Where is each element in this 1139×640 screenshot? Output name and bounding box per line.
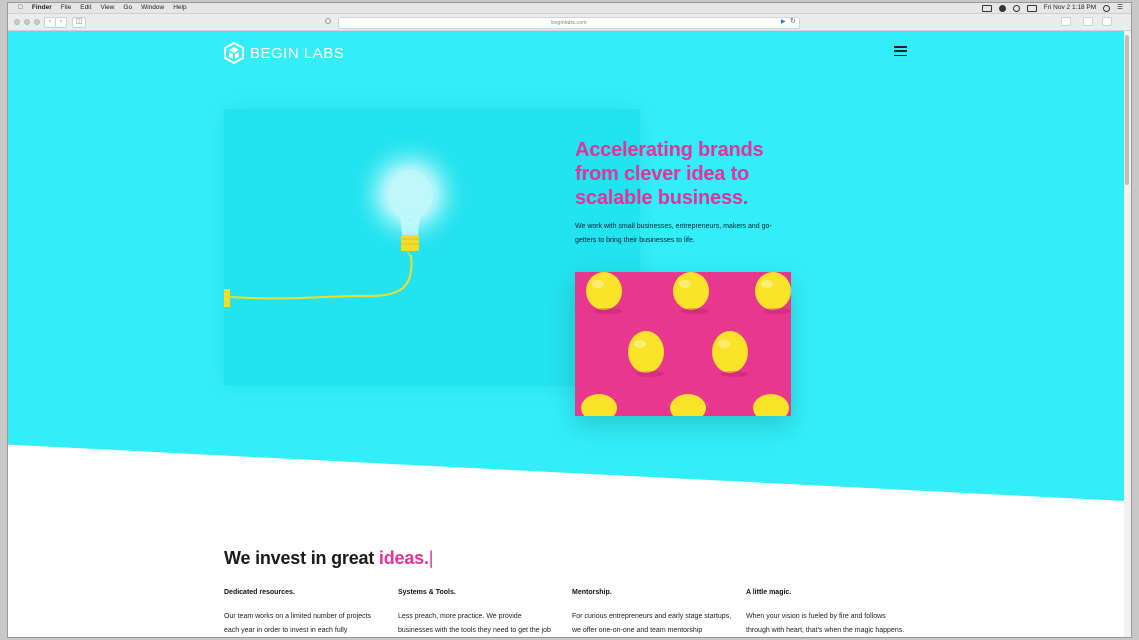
privacy-icon[interactable] (325, 18, 331, 24)
feature-column-dedicated: Dedicated resources. Our team works on a… (224, 589, 384, 637)
sidebar-toggle-icon[interactable]: ◫ (72, 17, 86, 28)
audio-icon[interactable]: ▶ (781, 18, 786, 25)
window-controls (14, 19, 40, 25)
tabs-overview-icon[interactable] (1102, 17, 1112, 26)
search-icon[interactable] (1103, 4, 1111, 12)
menubar-item-view[interactable]: View (100, 4, 114, 12)
website: BEGIN LABS Accelerating brands from clev… (8, 31, 1124, 637)
hero-headline-line-3: scalable business. (575, 187, 749, 209)
address-bar[interactable]: beginlabs.com (338, 17, 800, 29)
invest-section-title: We invest in great ideas.| (224, 548, 433, 569)
feature-title: A little magic. (746, 589, 792, 596)
forward-button[interactable]: › (55, 17, 67, 28)
feature-text: When your vision is fueled by fire and f… (746, 613, 905, 634)
hero-headline: Accelerating brands from clever idea to … (575, 138, 805, 210)
apple-icon[interactable]:  (18, 4, 23, 12)
feature-text: For curious entrepreneurs and early stag… (572, 613, 732, 634)
screen:  Finder File Edit View Go Window Help F… (8, 3, 1131, 637)
cube-logo-icon (224, 42, 244, 64)
menubar:  Finder File Edit View Go Window Help F… (8, 3, 1131, 14)
menubar-item-edit[interactable]: Edit (80, 4, 91, 12)
menubar-item-file[interactable]: File (61, 4, 71, 12)
invest-title-prefix: We invest in great (224, 548, 379, 568)
battery-icon[interactable] (1026, 4, 1037, 12)
logo-text: BEGIN LABS (250, 44, 345, 62)
feature-title: Dedicated resources. (224, 589, 295, 596)
feature-title: Systems & Tools. (398, 589, 456, 596)
menubar-item-go[interactable]: Go (123, 4, 132, 12)
feature-column-systems: Systems & Tools. Less preach, more pract… (398, 589, 558, 637)
typing-cursor: | (428, 548, 434, 568)
minimize-window-icon[interactable] (24, 19, 30, 25)
feature-text: Our team works on a limited number of pr… (224, 613, 372, 634)
zoom-window-icon[interactable] (34, 19, 40, 25)
extension-icon[interactable] (1061, 17, 1071, 26)
feature-title: Mentorship. (572, 589, 612, 596)
hero-headline-line-1: Accelerating brands (575, 139, 764, 161)
menubar-left:  Finder File Edit View Go Window Help (18, 4, 187, 12)
share-icon[interactable] (1083, 17, 1093, 26)
browser-toolbar: ‹ › ◫ beginlabs.com ▶ ↻ (8, 14, 1131, 31)
invest-title-accent: ideas. (378, 548, 429, 568)
site-logo[interactable]: BEGIN LABS (224, 42, 344, 64)
reload-icon[interactable]: ↻ (790, 17, 796, 25)
time-machine-icon[interactable] (998, 4, 1006, 12)
close-window-icon[interactable] (14, 19, 20, 25)
menu-hamburger-icon[interactable] (894, 46, 907, 56)
scrollbar-thumb[interactable] (1125, 35, 1129, 185)
address-url: beginlabs.com (551, 20, 587, 26)
menubar-app-name[interactable]: Finder (32, 4, 52, 12)
page-scrollbar[interactable] (1124, 31, 1131, 637)
lemons-illustration (581, 272, 791, 416)
display-icon[interactable] (981, 4, 992, 12)
menubar-clock[interactable]: Fri Nov 2 1:18 PM (1044, 4, 1096, 12)
feature-text: Less preach, more practice. We provide b… (398, 613, 551, 634)
lemons-image (575, 272, 791, 416)
menubar-item-help[interactable]: Help (173, 4, 186, 12)
wifi-icon[interactable] (1012, 4, 1020, 12)
menubar-right: Fri Nov 2 1:18 PM ☰ (981, 4, 1123, 12)
hero-subtext: We work with small businesses, entrepren… (575, 223, 772, 244)
menubar-item-window[interactable]: Window (141, 4, 164, 12)
feature-column-mentorship: Mentorship. For curious entrepreneurs an… (572, 589, 732, 637)
notification-center-icon[interactable]: ☰ (1117, 4, 1123, 12)
feature-column-magic: A little magic. When your vision is fuel… (746, 589, 906, 637)
hero-headline-line-2: from clever idea to (575, 163, 750, 185)
